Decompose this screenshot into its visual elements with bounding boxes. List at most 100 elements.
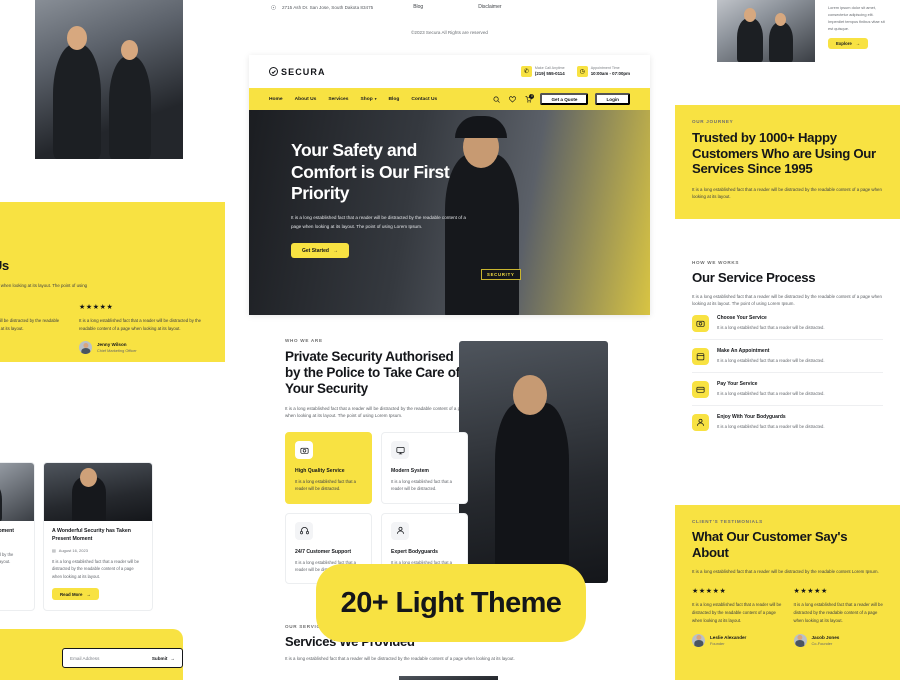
email-input[interactable]: Email Address bbox=[70, 656, 99, 661]
rating-stars: ★★★★★ bbox=[692, 588, 727, 596]
who-title: Private Security Authorised by the Polic… bbox=[285, 349, 460, 396]
get-a-quote-button[interactable]: Get a Quote bbox=[540, 93, 589, 105]
camera-icon bbox=[295, 441, 313, 459]
rating-stars: ★★★★★ bbox=[79, 303, 114, 311]
monitor-icon bbox=[391, 441, 409, 459]
arrow-right-icon: → bbox=[170, 655, 175, 661]
blog-photo bbox=[0, 463, 34, 521]
nav-item-shop[interactable]: Shop ▾ bbox=[360, 97, 376, 102]
testimonials-eyebrow: CLIENT'S TESTIMONIALS bbox=[692, 519, 763, 524]
address-text: 2715 Ash Dr. San Jose, South Dakota 8347… bbox=[282, 4, 374, 10]
rating-stars: ★★★★★ bbox=[793, 588, 828, 596]
who-eyebrow: WHO WE ARE bbox=[285, 338, 323, 343]
site-header: SECURA ✆ Make Call Anytime (219) 555-011… bbox=[249, 55, 650, 88]
nav-item-blog[interactable]: Blog bbox=[389, 97, 400, 102]
read-more-button[interactable]: Read More → bbox=[52, 588, 99, 601]
testimonial-quote: It is a long established fact that a rea… bbox=[79, 317, 202, 331]
feature-card-high-quality-service[interactable]: High Quality Service It is a long establ… bbox=[285, 432, 372, 504]
testimonial-role: Co-Founder bbox=[811, 640, 833, 646]
blog-photo bbox=[44, 463, 152, 521]
step-body: It is a long established fact that a rea… bbox=[717, 391, 825, 397]
login-button[interactable]: Login bbox=[595, 93, 630, 105]
badge-text: 20+ Light Theme bbox=[340, 586, 562, 619]
address-row: 2715 Ash Dr. San Jose, South Dakota 8347… bbox=[271, 5, 373, 10]
feature-body: It is a long established fact that a rea… bbox=[295, 479, 356, 492]
feature-title: 24/7 Customer Support bbox=[295, 548, 352, 555]
testimonial-card: ★★★★★ It is a long established fact that… bbox=[79, 303, 204, 355]
feature-body: It is a long established fact that a rea… bbox=[391, 479, 452, 492]
header-call-info[interactable]: ✆ Make Call Anytime (219) 555-0114 bbox=[520, 65, 565, 78]
process-body: It is a long established fact that a rea… bbox=[692, 293, 882, 306]
feature-title: Expert Bodyguards bbox=[391, 548, 438, 555]
feature-card-modern-system[interactable]: Modern System It is a long established f… bbox=[381, 432, 468, 504]
avatar bbox=[692, 633, 705, 647]
header-appointment-info[interactable]: ◷ Appointment Time 10:00am - 07:00pm bbox=[576, 65, 630, 78]
step-title: Enjoy With Your Bodyguards bbox=[717, 414, 786, 421]
services-photo bbox=[399, 676, 498, 680]
location-icon bbox=[271, 4, 276, 10]
testimonial-quote: It is a long established fact that a rea… bbox=[692, 602, 782, 623]
search-icon[interactable] bbox=[492, 95, 501, 104]
left-about-panel: 's About Us the readable content of a pa… bbox=[0, 202, 225, 362]
feature-title: Modern System bbox=[391, 468, 429, 474]
hero-section: Your Safety and Comfort is Our First Pri… bbox=[249, 110, 650, 315]
who-we-are-block: WHO WE ARE Private Security Authorised b… bbox=[285, 338, 468, 420]
site-navbar: Home About Us Services Shop ▾ Blog Contac… bbox=[249, 88, 650, 110]
explore-button[interactable]: Explore → bbox=[828, 38, 869, 50]
guard-icon bbox=[692, 414, 709, 432]
testimonials-title: What Our Customer Say's About bbox=[692, 529, 848, 560]
cart-icon[interactable]: 0 bbox=[524, 93, 535, 104]
process-step: Choose Your Service It is a long establi… bbox=[692, 307, 883, 341]
copyright-text: ©2023 Secura All Rights are reserved bbox=[411, 30, 488, 35]
step-title: Make An Appointment bbox=[717, 348, 770, 355]
blog-card[interactable]: nal Team Member with quipment ▤4, 2023 e… bbox=[0, 462, 35, 611]
clock-icon: ◷ bbox=[576, 65, 588, 77]
process-step: Make An Appointment It is a long establi… bbox=[692, 340, 883, 374]
headset-icon bbox=[295, 521, 313, 540]
avatar bbox=[79, 341, 92, 355]
nav-item-home[interactable]: Home bbox=[269, 97, 283, 102]
blog-date: August 16, 2023 bbox=[58, 548, 88, 554]
newsletter-form[interactable]: Email Address Submit → bbox=[62, 648, 183, 668]
avatar bbox=[793, 633, 807, 647]
heart-icon[interactable] bbox=[508, 95, 517, 104]
testimonials-body: It is a long established fact that a rea… bbox=[692, 569, 879, 575]
appointment-time: 10:00am - 07:00pm bbox=[590, 71, 630, 76]
blog-body: established fact that a reader will ed b… bbox=[0, 551, 14, 564]
transport-body: Lorem ipsum dolor sit amet, consectetur … bbox=[828, 5, 885, 32]
step-body: It is a long established fact that a rea… bbox=[717, 424, 825, 430]
nav-item-services[interactable]: Services bbox=[328, 97, 348, 102]
nav-item-about[interactable]: About Us bbox=[295, 97, 317, 102]
testimonial-name: Leslie Alexander bbox=[710, 634, 747, 640]
chevron-down-icon: ▾ bbox=[374, 97, 377, 101]
footer-link-disclaimer[interactable]: Disclaimer bbox=[478, 4, 501, 10]
brand-logo[interactable]: SECURA bbox=[269, 67, 326, 77]
who-we-are-photo bbox=[459, 341, 608, 583]
calendar-icon bbox=[692, 348, 709, 366]
testimonial-name: Jacob Jones bbox=[811, 634, 840, 640]
journey-body: It is a long established fact that a rea… bbox=[692, 186, 882, 199]
testimonial-card: ★★★★★ It is a long established fact that… bbox=[793, 587, 884, 647]
call-number: (219) 555-0114 bbox=[534, 71, 565, 76]
blog-title: A Wonderful Security has Taken Present M… bbox=[52, 528, 131, 542]
card-icon bbox=[692, 381, 709, 399]
testimonial-name: Jenny Wilson bbox=[97, 342, 127, 348]
testimonial-card: ★★★★★ established fact that a reader wil… bbox=[0, 303, 65, 354]
guard-icon bbox=[391, 521, 409, 540]
arrow-right-icon: → bbox=[332, 247, 338, 254]
feature-title: High Quality Service bbox=[295, 468, 345, 474]
read-more-label: Read More bbox=[60, 591, 83, 597]
left-about-body: the readable content of a page when look… bbox=[0, 282, 88, 288]
submit-button[interactable]: Submit → bbox=[152, 656, 175, 661]
get-started-button[interactable]: Get Started → bbox=[291, 243, 349, 259]
nav-item-contact[interactable]: Contact Us bbox=[411, 97, 437, 102]
testimonial-quote: It is a long established fact that a rea… bbox=[793, 602, 883, 623]
blog-card[interactable]: A Wonderful Security has Taken Present M… bbox=[43, 462, 153, 611]
camera-icon bbox=[692, 315, 709, 333]
light-theme-count-badge: 20+ Light Theme bbox=[316, 564, 586, 642]
hero-body: It is a long established fact that a rea… bbox=[291, 215, 466, 229]
shield-check-icon bbox=[269, 67, 278, 76]
step-body: It is a long established fact that a rea… bbox=[717, 358, 825, 364]
phone-icon: ✆ bbox=[520, 65, 532, 77]
footer-link-blog[interactable]: Blog bbox=[413, 4, 423, 10]
